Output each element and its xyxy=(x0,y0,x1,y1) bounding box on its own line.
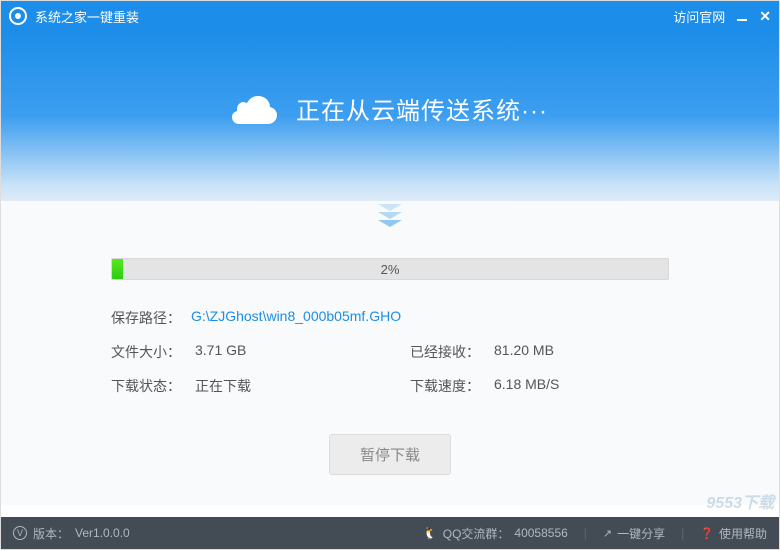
pause-download-button[interactable]: 暂停下载 xyxy=(329,434,451,475)
minimize-button[interactable] xyxy=(737,9,747,24)
watermark: 9553下载 xyxy=(706,489,774,513)
save-path-label: 保存路径： xyxy=(111,308,191,328)
separator: | xyxy=(584,526,587,540)
share-link[interactable]: ↗ 一键分享 xyxy=(603,525,665,542)
help-label: 使用帮助 xyxy=(719,525,767,542)
version-icon: V xyxy=(13,526,27,540)
file-size-label: 文件大小： xyxy=(111,342,191,362)
progress-percent-text: 2% xyxy=(112,259,668,279)
official-site-link[interactable]: 访问官网 xyxy=(673,7,725,26)
chevrons-decoration xyxy=(1,201,779,258)
save-path-row: 保存路径： G:\ZJGhost\win8_000b05mf.GHO xyxy=(111,308,669,328)
version-label: 版本： xyxy=(33,525,69,542)
share-icon: ↗ xyxy=(603,527,612,540)
close-button[interactable]: ✕ xyxy=(759,8,771,25)
help-icon: ❓ xyxy=(700,527,714,540)
share-label: 一键分享 xyxy=(617,525,665,542)
status-row: 下载状态： 正在下载 xyxy=(111,376,370,396)
progress-bar: 2% xyxy=(111,258,669,280)
footer: V 版本： Ver1.0.0.0 🐧 QQ交流群： 40058556 | ↗ 一… xyxy=(1,517,779,549)
save-path-value[interactable]: G:\ZJGhost\win8_000b05mf.GHO xyxy=(191,308,401,328)
speed-label: 下载速度： xyxy=(410,376,490,396)
qq-value: 40058556 xyxy=(514,526,567,540)
main-content: 2% 保存路径： G:\ZJGhost\win8_000b05mf.GHO 文件… xyxy=(1,258,779,505)
cloud-icon xyxy=(232,93,280,125)
received-row: 已经接收： 81.20 MB xyxy=(410,342,669,362)
received-label: 已经接收： xyxy=(410,342,490,362)
qq-group-link[interactable]: 🐧 QQ交流群： 40058556 xyxy=(423,525,568,542)
app-logo-icon xyxy=(9,7,27,25)
button-row: 暂停下载 xyxy=(111,396,669,475)
hero-banner: 正在从云端传送系统··· xyxy=(1,31,779,201)
version-value: Ver1.0.0.0 xyxy=(75,526,130,540)
qq-label: QQ交流群： xyxy=(443,525,510,542)
file-size-value: 3.71 GB xyxy=(195,342,246,362)
info-grid: 文件大小： 3.71 GB 已经接收： 81.20 MB 下载状态： 正在下载 … xyxy=(111,342,669,396)
file-size-row: 文件大小： 3.71 GB xyxy=(111,342,370,362)
separator: | xyxy=(681,526,684,540)
speed-value: 6.18 MB/S xyxy=(494,376,559,396)
titlebar: 系统之家一键重装 访问官网 ✕ xyxy=(1,1,779,31)
qq-icon: 🐧 xyxy=(423,526,438,540)
app-title: 系统之家一键重装 xyxy=(35,7,673,26)
progress-container: 2% xyxy=(111,258,669,280)
status-value: 正在下载 xyxy=(195,376,251,396)
hero-title: 正在从云端传送系统··· xyxy=(296,91,548,126)
speed-row: 下载速度： 6.18 MB/S xyxy=(410,376,669,396)
received-value: 81.20 MB xyxy=(494,342,554,362)
help-link[interactable]: ❓ 使用帮助 xyxy=(700,525,767,542)
status-label: 下载状态： xyxy=(111,376,191,396)
